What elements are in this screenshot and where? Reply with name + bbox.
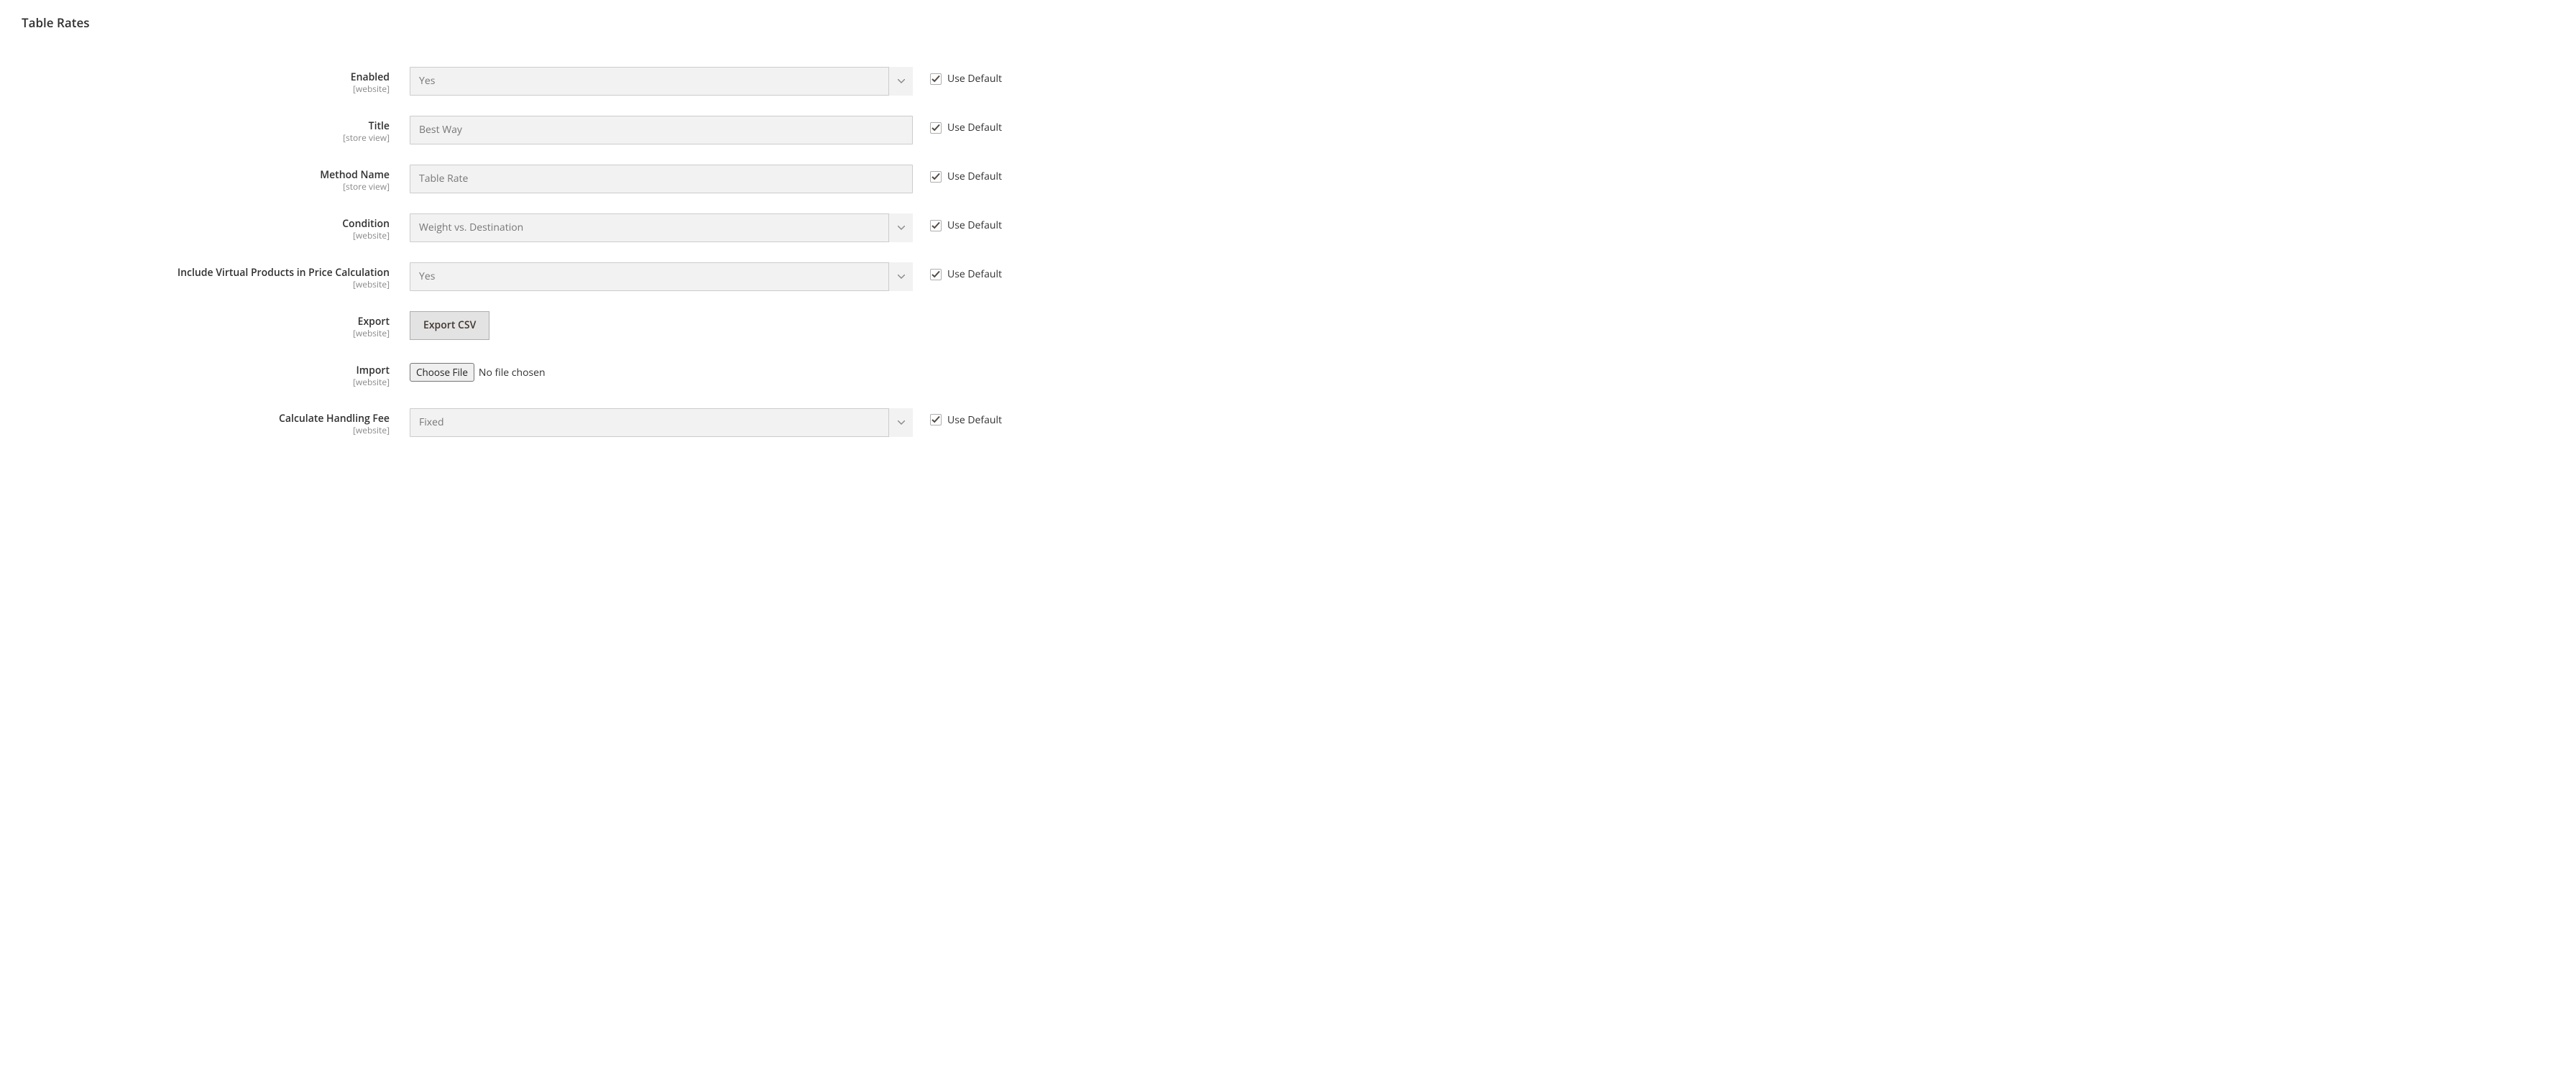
row-title: Title [store view] Best Way Use Default xyxy=(22,116,2554,144)
scope-import: [website] xyxy=(22,377,390,387)
input-title[interactable]: Best Way xyxy=(410,116,913,144)
section-title: Table Rates xyxy=(22,14,2554,31)
row-method: Method Name [store view] Table Rate Use … xyxy=(22,165,2554,193)
label-condition: Condition xyxy=(22,218,390,231)
label-export: Export xyxy=(22,316,390,328)
select-enabled-value: Yes xyxy=(410,67,913,96)
row-condition: Condition [website] Weight vs. Destinati… xyxy=(22,213,2554,242)
checkbox-use-default-method[interactable] xyxy=(930,171,942,183)
caret-down-icon xyxy=(888,67,913,96)
checkbox-label-use-default-enabled[interactable]: Use Default xyxy=(947,72,1002,86)
label-title: Title xyxy=(22,120,390,133)
label-method: Method Name xyxy=(22,169,390,182)
row-enabled: Enabled [website] Yes Use Default xyxy=(22,67,2554,96)
row-handling: Calculate Handling Fee [website] Fixed U… xyxy=(22,408,2554,437)
scope-virtual: [website] xyxy=(22,280,390,290)
select-handling-value: Fixed xyxy=(410,408,913,437)
caret-down-icon xyxy=(888,262,913,291)
checkbox-use-default-title[interactable] xyxy=(930,122,942,134)
checkbox-label-use-default-condition[interactable]: Use Default xyxy=(947,218,1002,232)
checkbox-label-use-default-virtual[interactable]: Use Default xyxy=(947,267,1002,281)
label-handling: Calculate Handling Fee xyxy=(22,413,390,425)
file-status: No file chosen xyxy=(479,366,546,379)
scope-condition: [website] xyxy=(22,231,390,241)
scope-handling: [website] xyxy=(22,425,390,436)
scope-method: [store view] xyxy=(22,182,390,192)
caret-down-icon xyxy=(888,408,913,437)
checkbox-use-default-handling[interactable] xyxy=(930,414,942,425)
row-export: Export [website] Export CSV xyxy=(22,311,2554,340)
scope-export: [website] xyxy=(22,328,390,339)
row-virtual: Include Virtual Products in Price Calcul… xyxy=(22,262,2554,291)
label-import: Import xyxy=(22,364,390,377)
select-virtual-value: Yes xyxy=(410,262,913,291)
select-handling[interactable]: Fixed xyxy=(410,408,913,437)
label-virtual: Include Virtual Products in Price Calcul… xyxy=(22,267,390,280)
export-csv-button[interactable]: Export CSV xyxy=(410,311,489,340)
checkbox-label-use-default-method[interactable]: Use Default xyxy=(947,170,1002,183)
caret-down-icon xyxy=(888,213,913,242)
select-virtual[interactable]: Yes xyxy=(410,262,913,291)
checkbox-label-use-default-title[interactable]: Use Default xyxy=(947,121,1002,134)
checkbox-use-default-virtual[interactable] xyxy=(930,269,942,280)
select-condition[interactable]: Weight vs. Destination xyxy=(410,213,913,242)
select-enabled[interactable]: Yes xyxy=(410,67,913,96)
choose-file-button[interactable]: Choose File xyxy=(410,363,474,382)
scope-enabled: [website] xyxy=(22,84,390,94)
input-method[interactable]: Table Rate xyxy=(410,165,913,193)
select-condition-value: Weight vs. Destination xyxy=(410,213,913,242)
checkbox-use-default-enabled[interactable] xyxy=(930,73,942,85)
row-import: Import [website] Choose File No file cho… xyxy=(22,360,2554,388)
checkbox-label-use-default-handling[interactable]: Use Default xyxy=(947,413,1002,427)
scope-title: [store view] xyxy=(22,133,390,143)
label-enabled: Enabled xyxy=(22,71,390,84)
checkbox-use-default-condition[interactable] xyxy=(930,220,942,231)
